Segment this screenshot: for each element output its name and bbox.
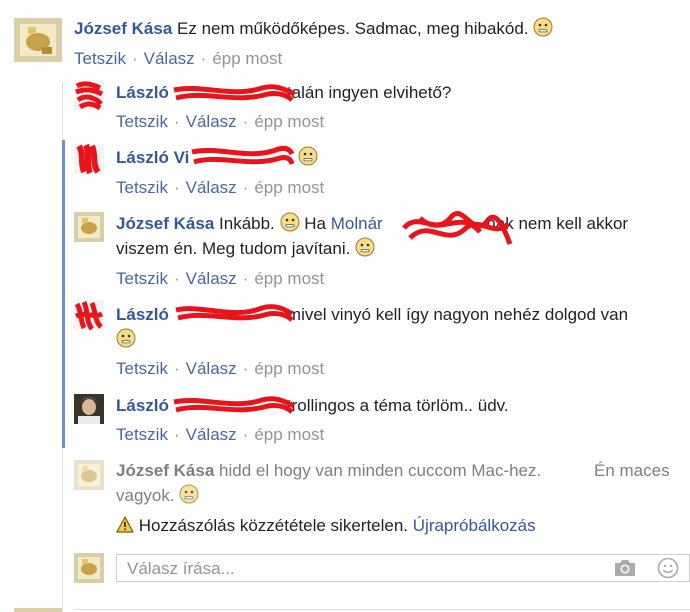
like-button[interactable]: Tetszik xyxy=(116,425,168,444)
timestamp[interactable]: épp most xyxy=(254,425,324,444)
timestamp[interactable]: épp most xyxy=(212,49,282,68)
camera-icon[interactable] xyxy=(613,558,637,578)
timestamp[interactable]: épp most xyxy=(254,178,324,197)
avatar[interactable] xyxy=(74,300,104,330)
avatar[interactable] xyxy=(74,80,104,110)
neutral-face-icon xyxy=(116,328,136,348)
neutral-face-icon xyxy=(179,484,199,504)
comment-1: József Kása Ez nem működőképes. Sadmac, … xyxy=(74,16,553,41)
failed-post-notice: Hozzászólás közzététele sikertelen. Újra… xyxy=(116,513,536,538)
like-button[interactable]: Tetszik xyxy=(116,269,168,288)
comment-author[interactable]: József Kása xyxy=(74,19,172,38)
like-button[interactable]: Tetszik xyxy=(116,112,168,131)
separator: · xyxy=(173,425,180,444)
like-button[interactable]: Tetszik xyxy=(116,359,168,378)
like-button[interactable]: Tetszik xyxy=(116,178,168,197)
timestamp[interactable]: épp most xyxy=(254,112,324,131)
comment-actions: Tetszik · Válasz · épp most xyxy=(116,112,324,132)
separator: · xyxy=(242,178,249,197)
comment-text: Ez nem működőképes. Sadmac, meg hibakód. xyxy=(177,19,529,38)
reply-button[interactable]: Válasz xyxy=(186,178,237,197)
reply-button[interactable]: Válasz xyxy=(186,359,237,378)
separator: · xyxy=(242,425,249,444)
comment-author[interactable]: József Kása xyxy=(116,214,214,233)
comment-text: talán ingyen elvihető? xyxy=(286,83,452,102)
reply-2: László Vi xyxy=(116,145,318,170)
comment-author[interactable]: László xyxy=(116,305,169,324)
neutral-face-icon xyxy=(355,237,375,257)
reply-1: László talán ingyen elvihető? xyxy=(116,80,451,105)
reply-4: László mivel vinyó kell így nagyon nehéz … xyxy=(116,302,628,327)
reply-6: József Kása hidd el hogy van minden cucc… xyxy=(116,458,541,483)
avatar xyxy=(74,553,104,583)
comment-text: Ha xyxy=(304,214,326,233)
comment-text: viszem én. Meg tudom javítani. xyxy=(116,239,351,258)
warning-icon xyxy=(116,516,134,533)
separator: · xyxy=(173,359,180,378)
comment-actions: Tetszik · Válasz · épp most xyxy=(116,425,324,445)
neutral-face-icon xyxy=(298,146,318,166)
failed-post-message: Hozzászólás közzététele sikertelen. xyxy=(138,516,409,535)
divider xyxy=(74,609,690,610)
separator: · xyxy=(242,359,249,378)
separator: · xyxy=(131,49,138,68)
comment-text: hidd el hogy van minden cuccom Mac-hez. xyxy=(219,461,542,480)
comment-text: trollingos a téma törlöm.. üdv. xyxy=(286,396,509,415)
reply-button[interactable]: Válasz xyxy=(186,269,237,288)
avatar[interactable] xyxy=(74,394,104,424)
neutral-face-icon xyxy=(533,17,553,37)
reply-3-line-2: viszem én. Meg tudom javítani. xyxy=(116,236,375,261)
avatar[interactable] xyxy=(74,460,104,490)
reply-button[interactable]: Válasz xyxy=(144,49,195,68)
reply-composer xyxy=(116,554,690,582)
reply-6-line-2: vagyok. xyxy=(116,483,199,508)
smiley-icon[interactable] xyxy=(657,557,679,579)
comment-text: Inkább. xyxy=(219,214,275,233)
comment-text: Én maces xyxy=(594,461,670,480)
reply-5: László trollingos a téma törlöm.. üdv. xyxy=(116,393,509,418)
comment-text: vagyok. xyxy=(116,486,175,505)
comment-actions: Tetszik · Válasz · épp most xyxy=(116,269,324,289)
like-button[interactable]: Tetszik xyxy=(74,49,126,68)
avatar[interactable] xyxy=(14,18,62,62)
comment-actions: Tetszik · Válasz · épp most xyxy=(116,359,324,379)
avatar[interactable] xyxy=(74,212,104,242)
comment-text: -nak nem kell akkor xyxy=(480,214,629,233)
reply-button[interactable]: Válasz xyxy=(186,425,237,444)
neutral-face-icon xyxy=(280,212,300,232)
separator: · xyxy=(242,112,249,131)
timestamp[interactable]: épp most xyxy=(254,269,324,288)
separator: · xyxy=(200,49,207,68)
comment-author[interactable]: József Kása xyxy=(116,461,214,480)
reply-input[interactable] xyxy=(125,558,599,580)
reply-4-line-2 xyxy=(116,327,136,352)
reply-button[interactable]: Válasz xyxy=(186,112,237,131)
reply-6-right: Én maces xyxy=(594,458,670,483)
comment-actions: Tetszik · Válasz · épp most xyxy=(74,49,282,69)
comment-author[interactable]: László xyxy=(116,396,169,415)
retry-link[interactable]: Újrapróbálkozás xyxy=(413,516,536,535)
timestamp[interactable]: épp most xyxy=(254,359,324,378)
mention-link[interactable]: Molnár xyxy=(331,214,383,233)
comment-actions: Tetszik · Válasz · épp most xyxy=(116,178,324,198)
comment-author[interactable]: László Vi xyxy=(116,148,189,167)
next-comment-avatar-partial xyxy=(14,608,62,612)
comment-author[interactable]: László xyxy=(116,83,169,102)
separator: · xyxy=(242,269,249,288)
separator: · xyxy=(173,178,180,197)
separator: · xyxy=(173,112,180,131)
reply-3: József Kása Inkább. Ha Molnár -nak nem ke… xyxy=(116,211,628,236)
comment-text: mivel vinyó kell így nagyon nehéz dolgod… xyxy=(286,305,629,324)
thread-line-active xyxy=(62,140,65,448)
separator: · xyxy=(173,269,180,288)
avatar[interactable] xyxy=(74,144,104,174)
